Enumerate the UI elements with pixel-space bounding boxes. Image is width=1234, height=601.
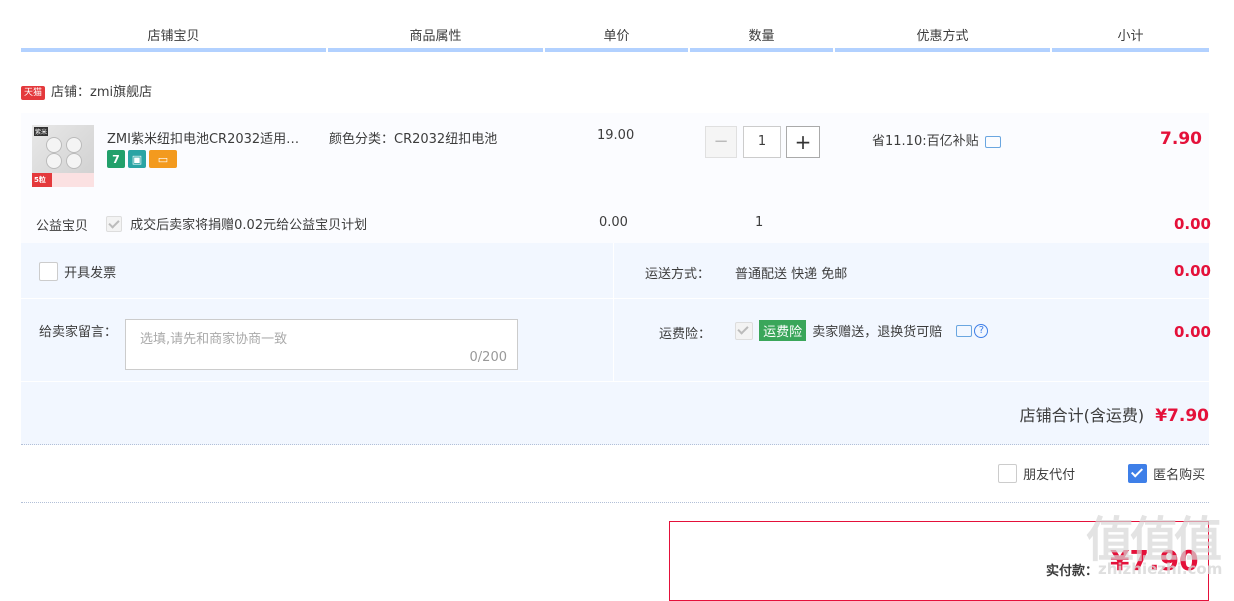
header-quantity: 数量 bbox=[690, 20, 833, 52]
discount-info: 省11.10:百亿补贴 bbox=[872, 130, 1001, 149]
friend-pay-label: 朋友代付 bbox=[1023, 468, 1076, 483]
thumb-badge: 5粒 bbox=[34, 176, 46, 184]
invoice-option[interactable]: 开具发票 bbox=[39, 262, 116, 281]
panel-divider bbox=[21, 298, 1209, 299]
coin-shape bbox=[66, 137, 82, 153]
coin-shape bbox=[46, 153, 62, 169]
credit-card-icon[interactable]: ▭ bbox=[149, 150, 177, 168]
insurance-text: 卖家赠送，退换货可赔 bbox=[812, 325, 943, 340]
charity-subtotal: 0.00 bbox=[1173, 215, 1211, 233]
thumb-stripe bbox=[52, 173, 94, 187]
shop-total: 店铺合计(含运费) ¥7.90 bbox=[1020, 402, 1209, 426]
shop-name[interactable]: 店铺：zmi旗舰店 bbox=[51, 85, 152, 100]
comment-icon[interactable] bbox=[956, 324, 973, 337]
message-placeholder: 选填,请先和商家协商一致 bbox=[140, 332, 288, 347]
quality-badge-icon[interactable]: ▣ bbox=[128, 150, 146, 168]
friend-pay-checkbox[interactable] bbox=[998, 464, 1017, 483]
product-property: 颜色分类：CR2032纽扣电池 bbox=[329, 132, 498, 147]
anonymous-option[interactable]: 匿名购买 bbox=[1128, 464, 1205, 483]
unit-price: 19.00 bbox=[597, 128, 635, 143]
options-divider bbox=[21, 502, 1209, 503]
message-label: 给卖家留言： bbox=[39, 325, 118, 340]
product-title-link[interactable]: ZMI紫米纽扣电池CR2032适用… bbox=[107, 128, 322, 147]
header-item-property: 商品属性 bbox=[328, 20, 543, 52]
service-icons: 7 ▣ ▭ bbox=[107, 150, 177, 168]
header-shop-item: 店铺宝贝 bbox=[21, 20, 326, 52]
quantity-decrease-button[interactable]: − bbox=[705, 126, 737, 158]
header-discount: 优惠方式 bbox=[835, 20, 1050, 52]
cart-table-header: 店铺宝贝 商品属性 单价 数量 优惠方式 小计 bbox=[21, 20, 1209, 52]
shipping-method: 普通配送 快递 免邮 bbox=[735, 267, 848, 282]
invoice-label: 开具发票 bbox=[64, 266, 117, 281]
header-unit-price: 单价 bbox=[545, 20, 688, 52]
charity-text: 成交后卖家将捐赠0.02元给公益宝贝计划 bbox=[130, 218, 368, 233]
insurance-checkbox bbox=[735, 321, 753, 340]
message-char-count: 0/200 bbox=[469, 350, 507, 365]
anonymous-label: 匿名购买 bbox=[1153, 468, 1206, 483]
quantity-increase-button[interactable]: + bbox=[786, 126, 820, 158]
coin-shape bbox=[46, 137, 62, 153]
shipping-label: 运送方式： bbox=[645, 267, 711, 282]
charity-row: 成交后卖家将捐赠0.02元给公益宝贝计划 bbox=[106, 214, 367, 233]
insurance-row: 运费险 卖家赠送，退换货可赔 ? bbox=[735, 320, 989, 341]
friend-pay-option[interactable]: 朋友代付 bbox=[998, 464, 1075, 483]
header-subtotal: 小计 bbox=[1052, 20, 1209, 52]
item-subtotal: 7.90 bbox=[1160, 129, 1202, 149]
charity-checkbox bbox=[106, 215, 122, 232]
discount-text: 省11.10:百亿补贴 bbox=[872, 134, 979, 149]
insurance-label: 运费险： bbox=[659, 327, 712, 342]
invoice-checkbox[interactable] bbox=[39, 262, 58, 281]
panel-divider bbox=[613, 243, 614, 381]
insurance-amount: 0.00 bbox=[1173, 323, 1211, 341]
panel-divider bbox=[21, 381, 1209, 382]
quantity-input[interactable]: 1 bbox=[743, 126, 781, 158]
panel-bottom-divider bbox=[21, 444, 1209, 445]
coin-shape bbox=[66, 153, 82, 169]
insurance-badge: 运费险 bbox=[759, 320, 807, 341]
anonymous-checkbox[interactable] bbox=[1128, 464, 1147, 483]
tmall-badge-icon: 天猫 bbox=[21, 85, 46, 100]
charity-price: 0.00 bbox=[599, 215, 628, 230]
charity-qty: 1 bbox=[755, 215, 764, 230]
comment-icon[interactable] bbox=[984, 135, 1001, 148]
shop-total-amount: ¥7.90 bbox=[1155, 406, 1209, 426]
help-icon[interactable]: ? bbox=[974, 323, 989, 338]
watermark-domain: zhizhiezhi.com bbox=[1098, 560, 1223, 578]
seven-day-return-icon[interactable]: 7 bbox=[107, 150, 125, 168]
thumb-brand: 紫米 bbox=[34, 127, 49, 136]
shipping-amount: 0.00 bbox=[1173, 262, 1211, 280]
seller-message-input[interactable]: 选填,请先和商家协商一致 0/200 bbox=[125, 319, 518, 370]
shop-name-line: 天猫 店铺：zmi旗舰店 bbox=[21, 82, 152, 104]
product-thumbnail[interactable]: 紫米 5粒 bbox=[32, 125, 94, 187]
charity-label: 公益宝贝 bbox=[36, 219, 89, 234]
shop-total-label: 店铺合计(含运费) bbox=[1019, 406, 1145, 425]
